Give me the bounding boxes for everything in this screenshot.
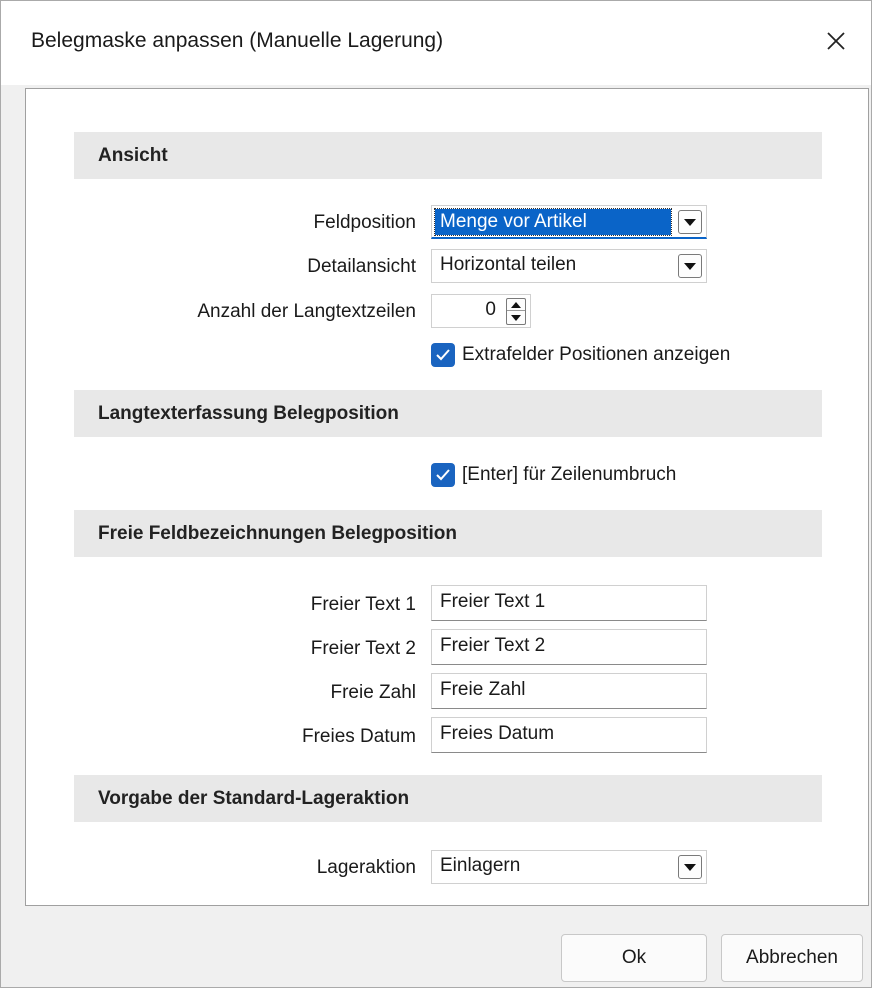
freies-datum-label: Freies Datum [301, 726, 416, 747]
section-ansicht: Ansicht [74, 132, 822, 179]
title-bar: Belegmaske anpassen (Manuelle Lagerung) [1, 1, 871, 85]
freier-text1-label: Freier Text 1 [310, 594, 416, 615]
extrafelder-checkbox-row[interactable]: Extrafelder Positionen anzeigen [431, 343, 730, 367]
freie-zahl-label: Freie Zahl [330, 682, 416, 703]
checkmark-icon [436, 349, 450, 361]
close-button[interactable] [807, 15, 865, 67]
cancel-button[interactable]: Abbrechen [721, 934, 863, 982]
section-freie: Freie Feldbezeichnungen Belegposition [74, 510, 822, 557]
freier-text1-input[interactable]: Freier Text 1 [431, 585, 707, 621]
dialog-window: Belegmaske anpassen (Manuelle Lagerung) … [0, 0, 872, 988]
enter-label: [Enter] für Zeilenumbruch [462, 464, 677, 485]
feldposition-dropdown-button[interactable] [678, 210, 702, 234]
lageraktion-label: Lageraktion [316, 857, 416, 878]
feldposition-label: Feldposition [313, 212, 416, 233]
lageraktion-dropdown-button[interactable] [678, 855, 702, 879]
chevron-down-icon [684, 262, 696, 270]
freies-datum-value: Freies Datum [440, 723, 555, 744]
section-vorgabe: Vorgabe der Standard-Lageraktion [74, 775, 822, 822]
extrafelder-checkbox[interactable] [431, 343, 455, 367]
detailansicht-value: Horizontal teilen [440, 254, 577, 275]
lageraktion-value: Einlagern [440, 855, 521, 876]
spin-up-button[interactable] [507, 299, 525, 311]
langtextzeilen-label: Anzahl der Langtextzeilen [197, 301, 416, 322]
arrow-down-icon [511, 315, 521, 321]
checkmark-icon [436, 469, 450, 481]
langtextzeilen-value: 0 [485, 299, 496, 320]
freie-zahl-input[interactable]: Freie Zahl [431, 673, 707, 709]
enter-checkbox[interactable] [431, 463, 455, 487]
section-langtext: Langtexterfassung Belegposition [74, 390, 822, 437]
close-icon [827, 32, 845, 50]
spin-down-button[interactable] [507, 312, 525, 324]
settings-panel: Ansicht Feldposition Menge vor Artikel D… [25, 88, 869, 906]
detailansicht-dropdown-button[interactable] [678, 254, 702, 278]
chevron-down-icon [684, 863, 696, 871]
freier-text2-value: Freier Text 2 [440, 635, 546, 656]
feldposition-select[interactable]: Menge vor Artikel [431, 205, 707, 239]
freier-text2-label: Freier Text 2 [310, 638, 416, 659]
arrow-up-icon [511, 301, 521, 308]
window-title: Belegmaske anpassen (Manuelle Lagerung) [31, 29, 444, 52]
lageraktion-select[interactable]: Einlagern [431, 850, 707, 884]
detailansicht-label: Detailansicht [307, 256, 416, 277]
spinner-buttons [506, 298, 526, 325]
feldposition-value: Menge vor Artikel [434, 208, 672, 236]
freier-text2-input[interactable]: Freier Text 2 [431, 629, 707, 665]
freie-zahl-value: Freie Zahl [440, 679, 526, 700]
langtextzeilen-spinner[interactable]: 0 [431, 294, 531, 328]
freier-text1-value: Freier Text 1 [440, 591, 546, 612]
extrafelder-label: Extrafelder Positionen anzeigen [462, 344, 731, 365]
chevron-down-icon [684, 218, 696, 226]
enter-checkbox-row[interactable]: [Enter] für Zeilenumbruch [431, 463, 676, 487]
freies-datum-input[interactable]: Freies Datum [431, 717, 707, 753]
detailansicht-select[interactable]: Horizontal teilen [431, 249, 707, 283]
ok-button[interactable]: Ok [561, 934, 707, 982]
